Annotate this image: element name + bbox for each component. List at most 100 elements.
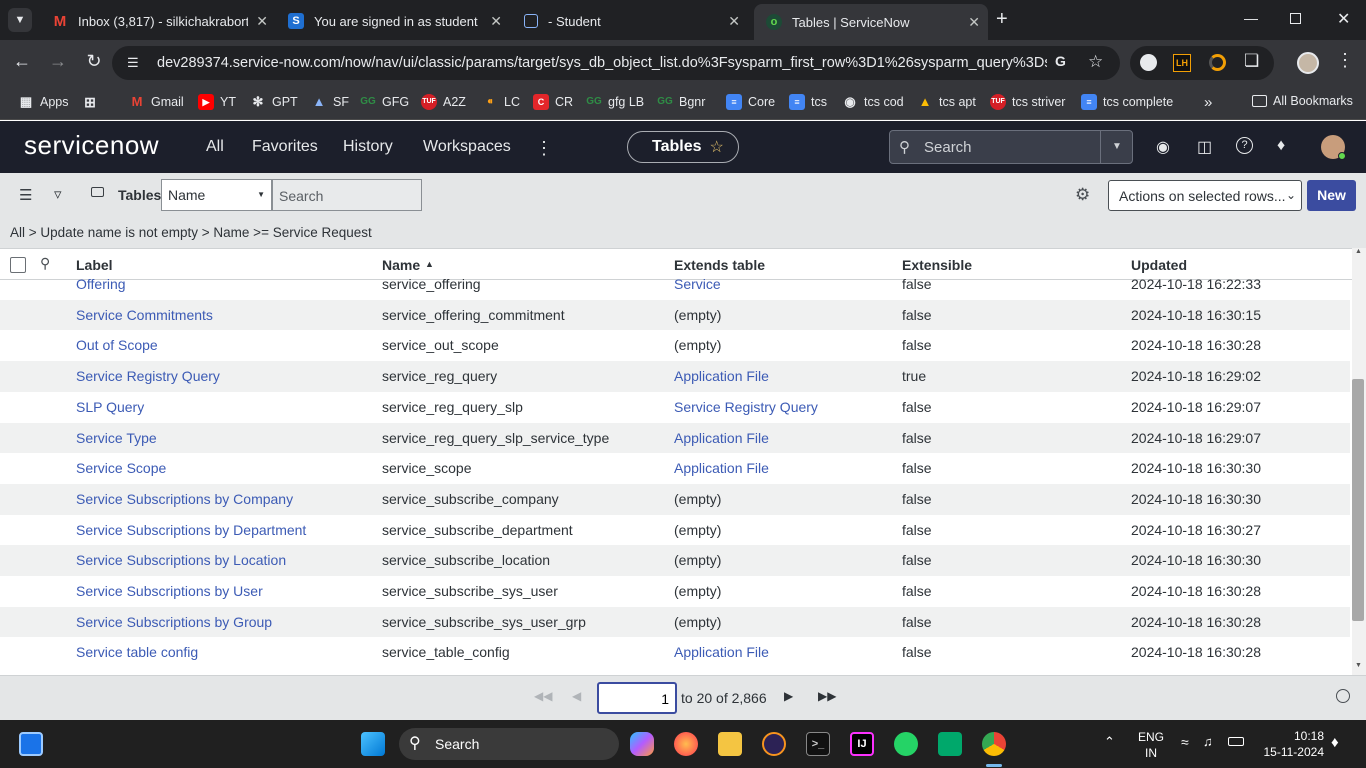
nav-history[interactable]: History xyxy=(343,138,393,156)
bookmark-tcs-striver[interactable]: TUF tcs striver xyxy=(990,94,1065,110)
list-menu-icon[interactable]: ☰ xyxy=(19,186,32,204)
notifications-bell-icon[interactable]: ♦ xyxy=(1277,137,1285,155)
bookmark-lc[interactable]: ⁌ LC xyxy=(482,94,520,110)
column-header-extensible[interactable]: Extensible xyxy=(902,257,972,273)
bookmark-tcs-apt[interactable]: ▲ tcs apt xyxy=(917,94,976,110)
browser-tab-student-signed[interactable]: S You are signed in as student ✕ xyxy=(276,6,510,36)
cell-extends-table[interactable]: Service xyxy=(674,276,721,292)
column-header-name[interactable]: Name xyxy=(382,257,420,273)
cell-label[interactable]: Service Scope xyxy=(76,460,166,476)
translate-icon[interactable]: G xyxy=(1055,53,1066,69)
table-row[interactable]: Service Scope service_scope Application Fi… xyxy=(0,453,1350,484)
bookmark-apps[interactable]: ▦ Apps xyxy=(18,94,69,110)
scrollbar-thumb[interactable] xyxy=(1352,379,1364,621)
table-row[interactable]: Service Subscriptions by User service_sub… xyxy=(0,576,1350,607)
bookmark-cr[interactable]: C CR xyxy=(533,94,573,110)
scroll-down-icon[interactable]: ▼ xyxy=(1355,662,1362,669)
close-icon[interactable]: ✕ xyxy=(968,14,980,31)
taskbar-search[interactable]: ⚲ Search xyxy=(399,728,619,760)
cell-extends-table[interactable]: Service Registry Query xyxy=(674,399,818,415)
cell-label[interactable]: Service Registry Query xyxy=(76,368,220,384)
site-info-icon[interactable]: ☰ xyxy=(127,55,139,71)
table-row[interactable]: Service Type service_reg_query_slp_servic… xyxy=(0,422,1350,454)
search-scope-dropdown[interactable]: ▼ xyxy=(1100,131,1133,163)
table-row[interactable]: Service table config service_table_config… xyxy=(0,637,1350,668)
firefox-icon[interactable] xyxy=(674,732,698,756)
bookmark-tcs-complete[interactable]: ≡ tcs complete xyxy=(1081,94,1173,110)
list-search-input[interactable]: Search xyxy=(272,179,422,211)
response-time-icon[interactable] xyxy=(1336,689,1350,703)
browser-tab-student[interactable]: - Student ✕ xyxy=(512,6,748,36)
wifi-icon[interactable]: ≈ xyxy=(1181,734,1189,750)
column-header-label[interactable]: Label xyxy=(76,257,113,273)
bookmark-tcs-cod[interactable]: ◉ tcs cod xyxy=(842,94,903,110)
nav-all[interactable]: All xyxy=(206,138,224,156)
reload-icon[interactable]: ↻ xyxy=(82,51,106,72)
all-bookmarks-button[interactable]: All Bookmarks xyxy=(1252,94,1353,108)
cell-label[interactable]: Service Subscriptions by Company xyxy=(76,491,293,507)
cell-label[interactable]: Service Subscriptions by Department xyxy=(76,522,306,538)
table-row[interactable]: Service Subscriptions by Location service… xyxy=(0,545,1350,576)
cell-label[interactable]: Service Type xyxy=(76,430,157,446)
column-header-extends-table[interactable]: Extends table xyxy=(674,257,765,273)
context-title-pill[interactable]: Tables ☆ xyxy=(627,131,739,163)
new-button[interactable]: New xyxy=(1307,180,1356,211)
browser-tab-gmail[interactable]: M Inbox (3,817) - silkichakraborty2 ✕ xyxy=(40,6,276,36)
first-page-icon[interactable]: ◀◀ xyxy=(534,689,552,703)
bookmark-gfg-lb[interactable]: GG gfg LB xyxy=(586,94,644,110)
bookmark-bgnr[interactable]: GG Bgnr xyxy=(657,94,705,110)
more-bookmarks-icon[interactable]: » xyxy=(1204,94,1212,111)
nav-favorites[interactable]: Favorites xyxy=(252,138,318,156)
column-search-icon[interactable]: ⚲ xyxy=(40,255,50,272)
cell-extends-table[interactable]: Application File xyxy=(674,644,769,660)
whatsapp-icon[interactable] xyxy=(894,732,918,756)
table-row[interactable]: Offering service_offering Service false 2024… xyxy=(0,272,1350,300)
start-icon[interactable] xyxy=(361,732,385,756)
cell-label[interactable]: Service table config xyxy=(76,644,198,660)
cell-label[interactable]: Service Commitments xyxy=(76,307,213,323)
cell-label[interactable]: SLP Query xyxy=(76,399,144,415)
table-row[interactable]: Service Registry Query service_reg_query A… xyxy=(0,361,1350,392)
next-page-icon[interactable]: ▶ xyxy=(784,689,793,703)
cell-extends-table[interactable]: Application File xyxy=(674,368,769,384)
chat-icon[interactable]: ◫ xyxy=(1197,137,1212,157)
table-row[interactable]: Service Subscriptions by Department servi… xyxy=(0,515,1350,546)
new-tab-button[interactable]: + xyxy=(996,8,1008,31)
profile-avatar[interactable] xyxy=(1297,52,1319,74)
window-close-icon[interactable]: ✕ xyxy=(1337,9,1350,29)
forward-icon[interactable]: → xyxy=(46,51,70,72)
table-row[interactable]: Service Subscriptions by Company service_… xyxy=(0,483,1350,515)
globe-icon[interactable]: ◉ xyxy=(1156,137,1170,157)
cell-label[interactable]: Service Subscriptions by Location xyxy=(76,552,286,568)
bookmark-grid[interactable]: ⊞ xyxy=(82,94,104,110)
search-field-select[interactable]: Name ▼ xyxy=(161,179,272,211)
select-all-checkbox[interactable] xyxy=(10,257,26,273)
chevron-up-icon[interactable]: ⌃ xyxy=(1104,734,1115,750)
user-avatar[interactable] xyxy=(1321,135,1346,160)
more-menu-icon[interactable]: ⋮ xyxy=(535,138,553,159)
breadcrumb-item[interactable]: Update name is not empty xyxy=(40,225,198,240)
menu-icon[interactable]: ⋮ xyxy=(1336,50,1354,71)
cell-label[interactable]: Service Subscriptions by Group xyxy=(76,614,272,630)
list-context-icon[interactable] xyxy=(91,187,104,197)
back-icon[interactable]: ← xyxy=(10,51,34,72)
eclipse-icon[interactable] xyxy=(762,732,786,756)
close-icon[interactable]: ✕ xyxy=(256,13,268,30)
volume-icon[interactable]: ♫ xyxy=(1203,734,1213,749)
table-row[interactable]: Service Subscriptions by Group service_su… xyxy=(0,606,1350,638)
battery-icon[interactable] xyxy=(1228,737,1244,746)
chat-app-icon[interactable] xyxy=(938,732,962,756)
page-number-input[interactable]: 1 xyxy=(597,682,677,714)
cell-extends-table[interactable]: Application File xyxy=(674,460,769,476)
cell-label[interactable]: Offering xyxy=(76,276,126,292)
star-icon[interactable]: ☆ xyxy=(1088,52,1103,72)
bookmark-gmail[interactable]: M Gmail xyxy=(129,94,184,110)
restore-icon[interactable] xyxy=(1290,13,1301,24)
lh-extension-icon[interactable]: LH xyxy=(1173,54,1191,72)
bookmark-yt[interactable]: ▶ YT xyxy=(198,94,236,110)
file-explorer-icon[interactable] xyxy=(718,732,742,756)
bookmark-gpt[interactable]: ✻ GPT xyxy=(250,94,298,110)
notification-bell-icon[interactable]: ♦ xyxy=(1331,734,1339,751)
scroll-up-icon[interactable]: ▲ xyxy=(1355,248,1362,255)
filter-icon[interactable]: ▿ xyxy=(54,185,62,203)
